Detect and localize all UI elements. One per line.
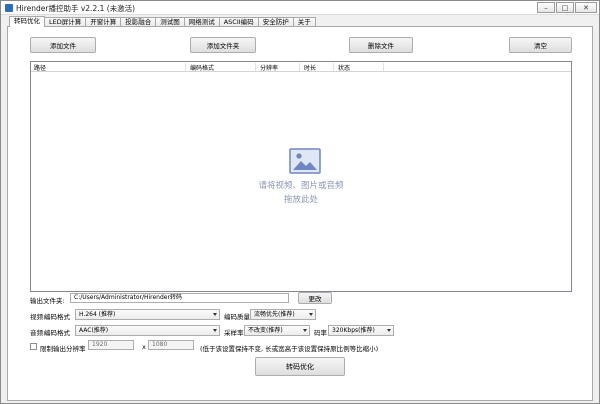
- drop-hint-line2: 拖放此处: [283, 195, 318, 205]
- resolution-times-sign: x: [142, 343, 146, 351]
- resolution-note: (低于该设置保持不变, 长或宽高于该设置保持原比例等比缩小): [200, 345, 379, 353]
- app-logo-icon: [5, 4, 13, 12]
- video-codec-select[interactable]: H.264 (推荐): [75, 309, 220, 320]
- bitrate-select[interactable]: 320Kbps(推荐): [328, 325, 394, 336]
- video-quality-select[interactable]: 流畅优先(推荐): [250, 309, 316, 320]
- bitrate-value: 320Kbps(推荐): [332, 327, 375, 334]
- file-list[interactable]: 路径 编码格式 分辨率 时长 状态 请将视频、图片或音频 拖放此处: [30, 61, 572, 292]
- change-folder-button[interactable]: 更改: [298, 292, 332, 304]
- limit-resolution-label: 限制输出分辨率: [40, 345, 86, 353]
- video-label: 视频:: [30, 313, 46, 321]
- sample-rate-select[interactable]: 不改变(推荐): [244, 325, 310, 336]
- app-window: Hirender播控助手 v2.2.1 (未激活) – □ ✕ 转码优化 LED…: [0, 0, 600, 404]
- clear-button[interactable]: 清空: [509, 37, 572, 53]
- audio-codec-value: AAC(推荐): [79, 327, 109, 334]
- output-folder-field[interactable]: C:/Users/Administrator/Hirender转码: [70, 293, 289, 303]
- column-divider[interactable]: [333, 63, 334, 71]
- output-folder-label: 输出文件夹:: [30, 297, 65, 305]
- video-codec-value: H.264 (推荐): [79, 311, 116, 318]
- transcode-panel: 添加文件 添加文件夹 删除文件 清空 路径 编码格式 分辨率 时长 状态 请将视…: [7, 26, 593, 401]
- bitrate-label: 码率: [314, 329, 327, 337]
- transcode-button[interactable]: 转码优化: [255, 357, 345, 376]
- window-controls: – □ ✕: [536, 2, 597, 13]
- tab-transcode[interactable]: 转码优化: [9, 16, 45, 27]
- chevron-down-icon: [213, 313, 217, 316]
- chevron-down-icon: [387, 329, 391, 332]
- column-codec[interactable]: 编码格式: [190, 63, 214, 72]
- chevron-down-icon: [213, 329, 217, 332]
- column-divider[interactable]: [299, 63, 300, 71]
- maximize-button[interactable]: □: [556, 2, 574, 13]
- column-divider[interactable]: [383, 63, 384, 71]
- drop-hint-line1: 请将视频、图片或音频: [258, 181, 344, 191]
- resolution-height-input[interactable]: 1080: [148, 340, 194, 350]
- add-folder-button[interactable]: 添加文件夹: [190, 37, 256, 53]
- video-codec-label: 编码格式: [44, 313, 70, 321]
- video-quality-value: 流畅优先(推荐): [254, 311, 295, 318]
- resolution-width-input[interactable]: 1920: [88, 340, 134, 350]
- chevron-down-icon: [309, 313, 313, 316]
- sample-rate-value: 不改变(推荐): [248, 327, 283, 334]
- column-divider[interactable]: [255, 63, 256, 71]
- file-list-header: 路径 编码格式 分辨率 时长 状态: [31, 62, 571, 72]
- window-title: Hirender播控助手 v2.2.1 (未激活): [16, 4, 136, 13]
- column-status[interactable]: 状态: [338, 63, 350, 72]
- audio-label: 音频:: [30, 329, 46, 337]
- audio-codec-select[interactable]: AAC(推荐): [75, 325, 220, 336]
- video-quality-label: 编码质量: [224, 313, 250, 321]
- column-resolution[interactable]: 分辨率: [260, 63, 278, 72]
- column-divider[interactable]: [185, 63, 186, 71]
- chevron-down-icon: [303, 329, 307, 332]
- column-path[interactable]: 路径: [34, 63, 46, 72]
- minimize-button[interactable]: –: [537, 2, 555, 13]
- title-bar[interactable]: Hirender播控助手 v2.2.1 (未激活) – □ ✕: [1, 1, 599, 15]
- add-file-button[interactable]: 添加文件: [30, 37, 96, 53]
- limit-resolution-checkbox[interactable]: [30, 343, 37, 350]
- close-button[interactable]: ✕: [575, 2, 597, 13]
- sample-rate-label: 采样率: [224, 329, 244, 337]
- audio-codec-label: 编码格式: [44, 329, 70, 337]
- column-duration[interactable]: 时长: [304, 63, 316, 72]
- delete-file-button[interactable]: 删除文件: [349, 37, 413, 53]
- image-placeholder-icon: [289, 148, 321, 174]
